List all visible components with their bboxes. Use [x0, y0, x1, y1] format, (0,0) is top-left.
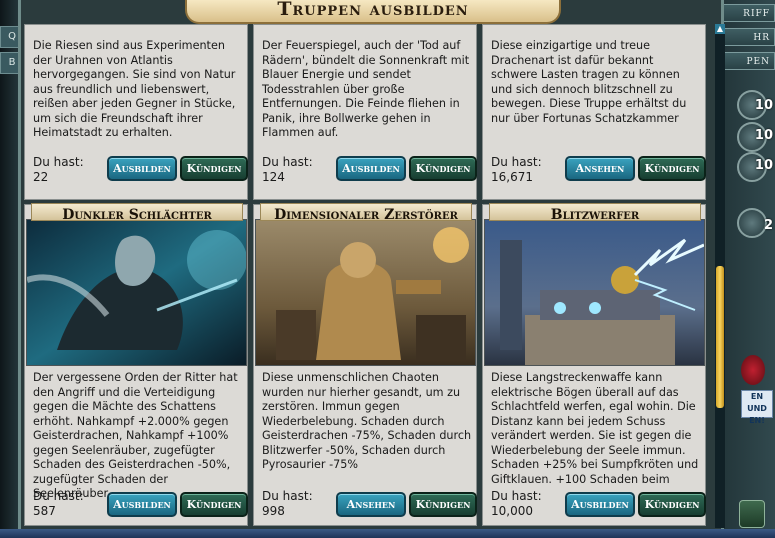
- view-button[interactable]: Ansehen: [336, 492, 406, 517]
- owned-count: 10,000: [491, 504, 533, 518]
- owned-count: 998: [262, 504, 285, 518]
- troop-description: Diese Langstreckenwaffe kann elektrische…: [491, 371, 699, 486]
- troop-name: Blitzwerfer: [550, 207, 640, 223]
- troop-card-feuerspiegel: Der Feuerspiegel, auch der 'Tod auf Räde…: [253, 24, 477, 200]
- troop-name-plaque: Dunkler Schlächter: [31, 203, 243, 223]
- owned-label: Du hast:: [491, 489, 542, 503]
- troop-card-drache: Diese einzigartige und treue Drachenart …: [482, 24, 706, 200]
- troop-name-plaque: Dimensionaler Zerstörer: [260, 203, 472, 223]
- troop-description: Die Riesen sind aus Experimenten der Ura…: [33, 39, 236, 139]
- troop-count-2: 10: [754, 128, 773, 143]
- owned-label: Du hast:: [33, 489, 84, 503]
- rose-icon[interactable]: [741, 355, 765, 385]
- troop-count-1: 10: [754, 98, 773, 113]
- train-button[interactable]: Ausbilden: [107, 156, 177, 181]
- owned-label: Du hast:: [33, 155, 84, 169]
- train-button[interactable]: Ausbilden: [107, 492, 177, 517]
- troop-name: Dimensionaler Zerstörer: [274, 207, 458, 223]
- scrollbar-thumb[interactable]: [716, 266, 724, 408]
- owned-count: 124: [262, 170, 285, 184]
- troop-list: Die Riesen sind aus Experimenten der Ura…: [24, 24, 710, 526]
- promo-badge[interactable]: EN UND EN!: [741, 390, 773, 425]
- owned-label: Du hast:: [262, 489, 313, 503]
- troop-card-dimensionaler-zerstoerer: Dimensionaler Zerstörer Diese unmenschli…: [253, 203, 477, 526]
- troop-card-riesen: Die Riesen sind aus Experimenten der Ura…: [24, 24, 248, 200]
- scroll-up-arrow-icon[interactable]: ▲: [715, 24, 725, 34]
- owned-count: 22: [33, 170, 49, 184]
- troop-image-dark-knight: [26, 219, 247, 366]
- troop-description: Diese unmenschlichen Chaoten wurden nur …: [262, 371, 472, 471]
- troop-name: Dunkler Schlächter: [62, 207, 212, 223]
- dismiss-button[interactable]: Kündigen: [409, 492, 477, 517]
- owned-count: 16,671: [491, 170, 533, 184]
- dismiss-button[interactable]: Kündigen: [180, 156, 248, 181]
- troop-description: Diese einzigartige und treue Drachenart …: [491, 39, 687, 125]
- troop-name-plaque: Blitzwerfer: [489, 203, 701, 223]
- troop-card-dunkler-schlaechter: Dunkler Schlächter Der vergessene Orden …: [24, 203, 248, 526]
- dismiss-button[interactable]: Kündigen: [409, 156, 477, 181]
- owned-label: Du hast:: [262, 155, 313, 169]
- troop-count-4: 2: [763, 218, 773, 233]
- troop-image-destroyer: [255, 219, 476, 366]
- train-button[interactable]: Ausbilden: [336, 156, 406, 181]
- os-taskbar: [0, 529, 775, 538]
- troop-list-scrollbar[interactable]: ▲: [715, 24, 725, 528]
- owned-label: Du hast:: [491, 155, 542, 169]
- troop-card-blitzwerfer: Blitzwerfer Diese Langstreckenwaffe kann…: [482, 203, 706, 526]
- train-button[interactable]: Ausbilden: [565, 492, 635, 517]
- shield-icon[interactable]: [739, 500, 765, 528]
- dismiss-button[interactable]: Kündigen: [638, 492, 706, 517]
- owned-count: 587: [33, 504, 56, 518]
- view-button[interactable]: Ansehen: [565, 156, 635, 181]
- troop-icon-4[interactable]: [737, 208, 767, 238]
- dialog-title: Truppen ausbilden: [277, 0, 469, 20]
- dismiss-button[interactable]: Kündigen: [638, 156, 706, 181]
- troop-description: Der Feuerspiegel, auch der 'Tod auf Räde…: [262, 39, 470, 139]
- troop-image-lightning-thrower: [484, 219, 705, 366]
- dialog-title-plaque: Truppen ausbilden: [185, 0, 561, 24]
- dismiss-button[interactable]: Kündigen: [180, 492, 248, 517]
- troop-description: Der vergessene Orden der Ritter hat den …: [33, 371, 238, 500]
- troop-count-3: 10: [754, 158, 773, 173]
